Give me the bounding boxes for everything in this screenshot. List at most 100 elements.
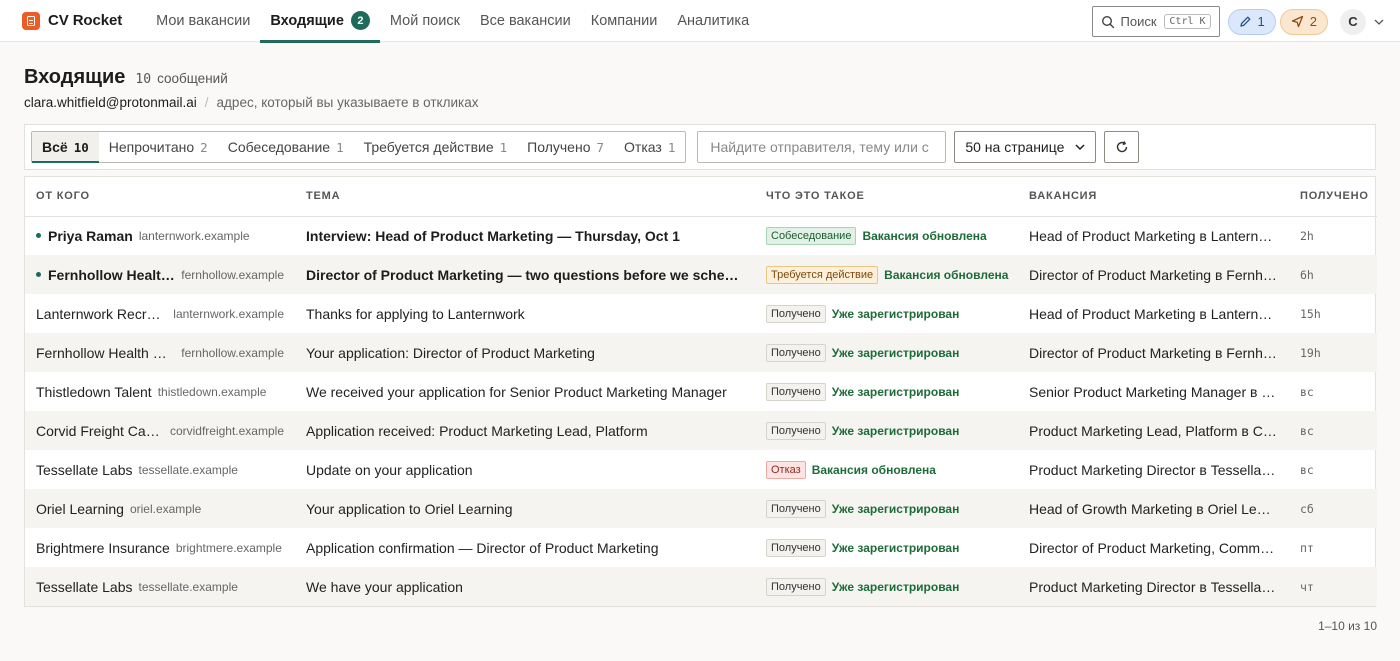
search-input[interactable] <box>697 131 947 163</box>
sender-domain: oriel.example <box>129 501 202 516</box>
table-row[interactable]: Fernhollow Health Recruiting fernhollow.e… <box>25 255 1377 294</box>
status-badge: Вакансия обновлена <box>884 267 1009 282</box>
sent-count: 2 <box>1309 14 1317 29</box>
per-page-select[interactable]: 50 на странице <box>954 131 1097 163</box>
table-row[interactable]: Thistledown Talent thistledown.example We … <box>25 372 1377 411</box>
status-badge: Уже зарегистрирован <box>831 345 960 360</box>
tab-label: Собеседование <box>227 139 331 155</box>
drafts-button[interactable]: 1 <box>1227 8 1276 35</box>
tab-interview[interactable]: Собеседование 1 <box>218 132 354 162</box>
inbox-unread-badge: 2 <box>350 11 370 30</box>
vacancy-link[interactable]: Head of Product Marketing в Lanternwork <box>1018 294 1289 333</box>
received-time: вс <box>1300 462 1314 477</box>
status-badge: Уже зарегистрирован <box>831 501 960 516</box>
cell-from: Tessellate Labs tessellate.example <box>25 450 295 489</box>
table-row[interactable]: Tessellate Labs tessellate.example We have… <box>25 567 1377 606</box>
vacancy-link[interactable]: Product Marketing Director в Tessellate … <box>1018 450 1289 489</box>
received-time: 19h <box>1289 333 1377 372</box>
cell-from: Fernhollow Health Recruiting fernhollow.e… <box>25 255 295 294</box>
cell-type: Отказ Вакансия обновлена <box>755 450 1018 489</box>
table-row[interactable]: Tessellate Labs tessellate.example Update … <box>25 450 1377 489</box>
table-row[interactable]: Lanternwork Recruiting lanternwork.exampl… <box>25 294 1377 333</box>
category-tag: Получено <box>766 421 826 440</box>
tab-count: 1 <box>499 139 508 155</box>
sender-name: Brightmere Insurance <box>36 539 170 556</box>
status-badge: Уже зарегистрирован <box>831 540 960 555</box>
table-row[interactable]: Corvid Freight Careers corvidfreight.exam… <box>25 411 1377 450</box>
search-label: Поиск <box>1120 14 1157 29</box>
vacancy-link[interactable]: Head of Product Marketing в Lanternwork <box>1018 216 1289 255</box>
column-header-from[interactable]: ОТ КОГО <box>25 177 295 217</box>
nav-label: Все вакансии <box>479 12 571 29</box>
nav-item-companies[interactable]: Компании <box>581 0 668 42</box>
unread-dot-icon <box>36 272 41 277</box>
tab-label: Непрочитано <box>108 139 195 155</box>
logo[interactable]: CV Rocket <box>22 11 122 30</box>
nav-item-inbox[interactable]: Входящие 2 <box>260 0 380 43</box>
sender-name: Thistledown Talent <box>36 383 152 400</box>
nav-item-analytics[interactable]: Аналитика <box>667 0 759 42</box>
refresh-button[interactable] <box>1104 131 1140 163</box>
chevron-down-icon[interactable] <box>1372 15 1386 29</box>
vacancy-link[interactable]: Senior Product Marketing Manager в Thist… <box>1018 372 1289 411</box>
subject: Update on your application <box>306 461 473 478</box>
vacancy-link[interactable]: Head of Growth Marketing в Oriel Learnin… <box>1018 489 1289 528</box>
subject: We received your application for Senior … <box>306 383 727 400</box>
sender-domain: tessellate.example <box>138 579 238 594</box>
nav-item-all-vacancies[interactable]: Все вакансии <box>470 0 581 42</box>
tab-rejected[interactable]: Отказ 1 <box>614 132 685 162</box>
nav-item-my-search[interactable]: Мой поиск <box>380 0 470 42</box>
tab-action-required[interactable]: Требуется действие 1 <box>354 132 518 162</box>
unread-dot-icon <box>36 233 41 239</box>
subject: Application received: Product Marketing … <box>295 411 755 450</box>
table-row[interactable]: Fernhollow Health Recruiting fernhollow.e… <box>25 333 1377 372</box>
tab-received[interactable]: Получено 7 <box>517 132 614 162</box>
table-row[interactable]: Brightmere Insurance brightmere.example Ap… <box>25 528 1377 567</box>
column-header-type[interactable]: ЧТО ЭТО ТАКОЕ <box>755 177 1018 217</box>
cell-from: Fernhollow Health Recruiting fernhollow.e… <box>25 333 295 372</box>
subject: Director of Product Marketing — two ques… <box>295 255 755 294</box>
search-icon <box>1101 15 1114 28</box>
nav-item-my-vacancies[interactable]: Мои вакансии <box>146 0 260 42</box>
table-row[interactable]: Oriel Learning oriel.example Your applicat… <box>25 489 1377 528</box>
vacancy-link[interactable]: Product Marketing Director в Tessellate … <box>1018 567 1289 606</box>
pencil-icon <box>1239 16 1250 27</box>
avatar[interactable]: C <box>1340 8 1366 35</box>
vacancy-link[interactable]: Product Marketing Lead, Platform в Corvi… <box>1018 411 1289 450</box>
received-time: вс <box>1300 384 1314 399</box>
global-search-button[interactable]: Поиск Ctrl K <box>1091 6 1220 37</box>
column-header-received[interactable]: ПОЛУЧЕНО <box>1289 177 1377 217</box>
received-time: сб <box>1289 489 1377 528</box>
column-header-vacancy[interactable]: ВАКАНСИЯ <box>1018 177 1289 217</box>
status-badge: Уже зарегистрирован <box>831 306 960 321</box>
nav-label: Входящие <box>270 12 344 29</box>
category-tag: Получено <box>766 382 826 401</box>
cell-type: Получено Уже зарегистрирован <box>755 372 1018 411</box>
vacancy-link[interactable]: Director of Product Marketing, Commercia… <box>1018 528 1289 567</box>
page-title: Входящие <box>24 66 126 88</box>
category-tag: Получено <box>766 577 826 596</box>
tab-all[interactable]: Всё 10 <box>32 132 99 163</box>
column-header-subject[interactable]: ТЕМА <box>295 177 755 217</box>
pagination-info: 1–10 из 10 <box>1318 619 1377 633</box>
category-tag: Получено <box>766 499 826 518</box>
vacancy-link[interactable]: Director of Product Marketing в Fernholl… <box>1018 255 1289 294</box>
subject: Your application to Oriel Learning <box>295 489 755 528</box>
nav-label: Аналитика <box>677 12 750 29</box>
sender-name: Fernhollow Health Recruiting <box>36 344 175 361</box>
cell-from: Thistledown Talent thistledown.example <box>25 372 295 411</box>
sent-button[interactable]: 2 <box>1279 8 1328 35</box>
tab-unread[interactable]: Непрочитано 2 <box>99 132 218 162</box>
sender-domain: fernhollow.example <box>181 267 284 282</box>
drafts-count: 1 <box>1257 14 1265 29</box>
tab-count: 1 <box>667 139 676 155</box>
vacancy-link[interactable]: Director of Product Marketing в Fernholl… <box>1018 333 1289 372</box>
received-time: вс <box>1289 411 1377 450</box>
sender-domain: tessellate.example <box>138 462 238 477</box>
inbox-email-address[interactable]: clara.whitfield@protonmail.ai <box>24 95 197 110</box>
cell-from: Priya Raman lanternwork.example <box>25 216 295 255</box>
sender-name: Lanternwork Recruiting <box>36 305 168 322</box>
tab-label: Всё <box>42 139 68 155</box>
received-time: 6h <box>1289 255 1377 294</box>
table-row[interactable]: Priya Raman lanternwork.example Interview:… <box>25 216 1377 255</box>
